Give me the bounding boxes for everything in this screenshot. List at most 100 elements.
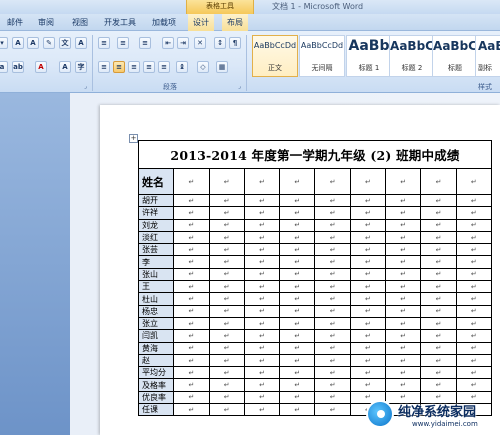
score-cell[interactable]: ↵ [349, 353, 387, 368]
score-cell[interactable]: ↵ [314, 230, 351, 245]
tab-view[interactable]: 视图 [72, 14, 88, 31]
score-cell[interactable]: ↵ [349, 255, 387, 269]
tab-developer[interactable]: 开发工具 [104, 14, 136, 31]
score-cell[interactable]: ↵ [314, 304, 351, 318]
score-cell[interactable]: ↵ [385, 366, 422, 380]
score-cell[interactable]: ↵ [314, 329, 351, 343]
score-cell[interactable]: ↵ [349, 280, 387, 294]
tab-table-design[interactable]: 设计 [188, 14, 214, 31]
superscript-icon[interactable]: a [0, 61, 8, 73]
align-center-icon[interactable]: ≡ [113, 61, 125, 73]
score-cell[interactable]: ↵ [208, 366, 245, 380]
score-cell[interactable]: ↵ [208, 230, 245, 245]
score-cell[interactable]: ↵ [455, 243, 493, 257]
score-cell[interactable]: ↵ [173, 366, 210, 380]
score-cell[interactable]: ↵ [420, 353, 457, 368]
score-cell[interactable]: ↵ [173, 230, 210, 245]
row-label-cell[interactable]: 李 [137, 255, 175, 269]
score-cell[interactable]: ↵ [420, 341, 457, 355]
tab-mailings[interactable]: 邮件 [7, 14, 23, 31]
score-cell[interactable]: ↵ [314, 316, 351, 331]
grow-font-icon[interactable]: A [12, 37, 24, 49]
score-cell[interactable]: ↵ [279, 230, 316, 245]
score-cell[interactable]: ↵ [385, 329, 422, 343]
score-cell[interactable]: ↵ [314, 168, 351, 195]
score-cell[interactable]: ↵ [279, 390, 316, 405]
score-cell[interactable]: ↵ [455, 267, 493, 282]
score-cell[interactable]: ↵ [385, 280, 422, 294]
score-cell[interactable]: ↵ [385, 243, 422, 257]
score-cell[interactable]: ↵ [279, 267, 316, 282]
font-color-icon[interactable]: A [35, 61, 47, 73]
score-cell[interactable]: ↵ [455, 353, 493, 368]
row-label-cell[interactable]: 张芸 [137, 243, 175, 257]
score-cell[interactable]: ↵ [349, 292, 387, 306]
score-cell[interactable]: ↵ [243, 390, 281, 405]
score-cell[interactable]: ↵ [455, 329, 493, 343]
score-cell[interactable]: ↵ [385, 230, 422, 245]
score-cell[interactable]: ↵ [243, 403, 281, 417]
score-cell[interactable]: ↵ [279, 353, 316, 368]
score-cell[interactable]: ↵ [455, 341, 493, 355]
score-cell[interactable]: ↵ [314, 403, 351, 417]
row-label-cell[interactable]: 王 [137, 280, 175, 294]
score-cell[interactable]: ↵ [314, 218, 351, 232]
score-cell[interactable]: ↵ [208, 193, 245, 208]
score-cell[interactable]: ↵ [243, 304, 281, 318]
style-no-spacing[interactable]: AaBbCcDd 无间隔 [299, 35, 345, 77]
score-cell[interactable]: ↵ [385, 206, 422, 220]
score-cell[interactable]: ↵ [208, 403, 245, 417]
row-label-cell[interactable]: 张立 [137, 316, 175, 331]
char-border-icon[interactable]: A [75, 37, 87, 49]
font-dialog-launcher-icon[interactable]: ⌟ [84, 83, 87, 90]
score-cell[interactable]: ↵ [173, 329, 210, 343]
score-cell[interactable]: ↵ [243, 280, 281, 294]
score-cell[interactable]: ↵ [385, 255, 422, 269]
score-cell[interactable]: ↵ [314, 193, 351, 208]
score-cell[interactable]: ↵ [314, 280, 351, 294]
score-cell[interactable]: ↵ [314, 255, 351, 269]
style-normal[interactable]: AaBbCcDd 正文 [252, 35, 298, 77]
score-cell[interactable]: ↵ [385, 316, 422, 331]
score-cell[interactable]: ↵ [208, 280, 245, 294]
score-cell[interactable]: ↵ [173, 193, 210, 208]
row-label-cell[interactable]: 杨忠 [137, 304, 175, 318]
score-cell[interactable]: ↵ [243, 341, 281, 355]
score-cell[interactable]: ↵ [349, 304, 387, 318]
score-cell[interactable]: ↵ [173, 218, 210, 232]
score-cell[interactable]: ↵ [243, 366, 281, 380]
score-cell[interactable]: ↵ [420, 267, 457, 282]
score-cell[interactable]: ↵ [385, 267, 422, 282]
row-label-cell[interactable]: 淡红 [137, 230, 175, 245]
score-cell[interactable]: ↵ [279, 316, 316, 331]
paragraph-dialog-launcher-icon[interactable]: ⌟ [238, 83, 241, 90]
score-cell[interactable]: ↵ [243, 267, 281, 282]
score-cell[interactable]: ↵ [385, 378, 422, 392]
score-cell[interactable]: ↵ [173, 292, 210, 306]
score-cell[interactable]: ↵ [349, 230, 387, 245]
score-cell[interactable]: ↵ [208, 378, 245, 392]
score-cell[interactable]: ↵ [208, 316, 245, 331]
font-size-dropdown-icon[interactable]: ▾ [0, 37, 8, 49]
score-cell[interactable]: ↵ [385, 193, 422, 208]
score-cell[interactable]: ↵ [279, 341, 316, 355]
score-cell[interactable]: ↵ [349, 341, 387, 355]
score-cell[interactable]: ↵ [349, 206, 387, 220]
score-cell[interactable]: ↵ [385, 168, 422, 195]
score-cell[interactable]: ↵ [349, 316, 387, 331]
sort-icon[interactable]: ↕ [214, 37, 226, 49]
score-cell[interactable]: ↵ [173, 267, 210, 282]
tab-table-layout[interactable]: 布局 [222, 14, 248, 31]
score-cell[interactable]: ↵ [455, 366, 493, 380]
score-cell[interactable]: ↵ [279, 218, 316, 232]
align-right-icon[interactable]: ≡ [128, 61, 140, 73]
score-cell[interactable]: ↵ [420, 316, 457, 331]
increase-indent-icon[interactable]: ⇥ [177, 37, 189, 49]
score-cell[interactable]: ↵ [455, 280, 493, 294]
score-cell[interactable]: ↵ [349, 267, 387, 282]
score-cell[interactable]: ↵ [208, 267, 245, 282]
shading-icon[interactable]: ◇ [197, 61, 209, 73]
score-cell[interactable]: ↵ [173, 403, 210, 417]
score-cell[interactable]: ↵ [243, 193, 281, 208]
score-cell[interactable]: ↵ [279, 378, 316, 392]
